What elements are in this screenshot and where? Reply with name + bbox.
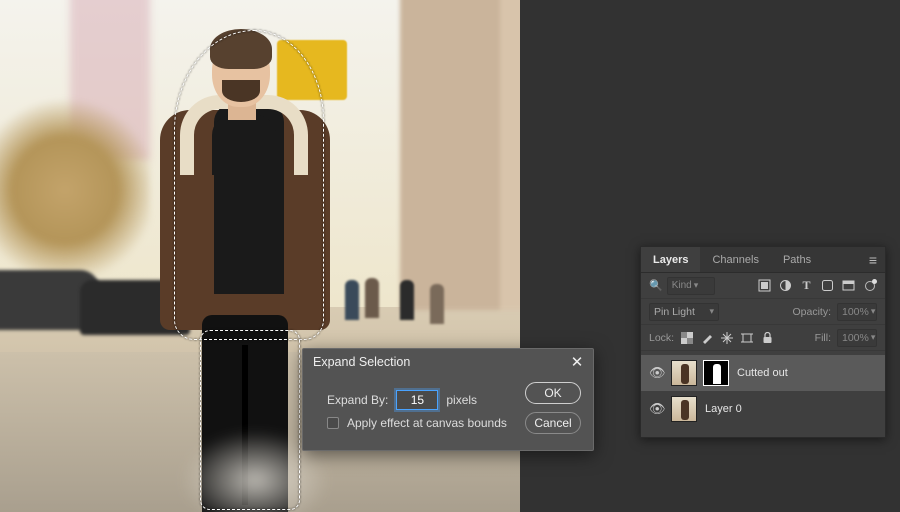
- blend-mode-dropdown[interactable]: Pin Light▾: [649, 303, 719, 321]
- opacity-input[interactable]: 100%▾: [837, 303, 877, 321]
- search-icon: 🔍: [649, 279, 663, 292]
- filter-pixel-icon[interactable]: [757, 278, 772, 293]
- layer-row[interactable]: 👁 Layer 0: [641, 391, 885, 427]
- filter-smart-icon[interactable]: [841, 278, 856, 293]
- fill-input[interactable]: 100%▾: [837, 329, 877, 347]
- opacity-value: 100%: [842, 306, 869, 318]
- lock-position-icon[interactable]: [720, 331, 734, 345]
- scene-building: [400, 0, 520, 310]
- layer-thumbnail[interactable]: [671, 360, 697, 386]
- layers-panel: Layers Channels Paths ≡ 🔍 Kind▾ T Pin Li…: [640, 246, 886, 438]
- layer-thumbnail[interactable]: [671, 396, 697, 422]
- filter-toggle-icon[interactable]: [862, 278, 877, 293]
- filter-shape-icon[interactable]: [820, 278, 835, 293]
- filter-adjustment-icon[interactable]: [778, 278, 793, 293]
- lock-transparency-icon[interactable]: [680, 331, 694, 345]
- fill-value: 100%: [842, 332, 869, 344]
- selection-marquee: [174, 30, 324, 340]
- filter-type-icon[interactable]: T: [799, 278, 814, 293]
- lock-all-icon[interactable]: [760, 331, 774, 345]
- lock-artboard-icon[interactable]: [740, 331, 754, 345]
- lock-pixels-icon[interactable]: [700, 331, 714, 345]
- layer-name[interactable]: Layer 0: [705, 403, 742, 415]
- fill-label: Fill:: [815, 332, 831, 344]
- blend-mode-value: Pin Light: [654, 306, 695, 318]
- apply-bounds-checkbox[interactable]: [327, 417, 339, 429]
- filter-kind-dropdown[interactable]: Kind▾: [667, 277, 715, 295]
- tab-channels[interactable]: Channels: [700, 247, 770, 272]
- scene-pedestrian: [365, 278, 379, 318]
- layer-list: 👁 Cutted out 👁 Layer 0: [641, 351, 885, 437]
- apply-bounds-label: Apply effect at canvas bounds: [347, 416, 507, 430]
- ok-button[interactable]: OK: [525, 382, 581, 404]
- close-icon[interactable]: ✕: [569, 354, 585, 370]
- dialog-title: Expand Selection: [313, 355, 410, 369]
- expand-by-input[interactable]: [396, 390, 438, 410]
- visibility-icon[interactable]: 👁: [649, 365, 663, 381]
- layer-mask-thumbnail[interactable]: [703, 360, 729, 386]
- cancel-button[interactable]: Cancel: [525, 412, 581, 434]
- pixels-label: pixels: [446, 393, 477, 407]
- scene-trees: [0, 90, 150, 290]
- panel-menu-icon[interactable]: ≡: [861, 247, 885, 272]
- scene-pedestrian: [400, 280, 414, 320]
- layer-name[interactable]: Cutted out: [737, 367, 788, 379]
- tab-layers[interactable]: Layers: [641, 247, 700, 272]
- layer-row[interactable]: 👁 Cutted out: [641, 355, 885, 391]
- opacity-label: Opacity:: [792, 306, 831, 318]
- scene-pedestrian: [430, 284, 444, 324]
- selection-marquee: [200, 330, 300, 510]
- lock-label: Lock:: [649, 332, 674, 344]
- expand-by-label: Expand By:: [327, 393, 388, 407]
- tab-paths[interactable]: Paths: [771, 247, 823, 272]
- expand-selection-dialog: Expand Selection ✕ Expand By: pixels App…: [302, 348, 594, 451]
- visibility-icon[interactable]: 👁: [649, 401, 663, 417]
- filter-kind-label: Kind: [672, 280, 692, 291]
